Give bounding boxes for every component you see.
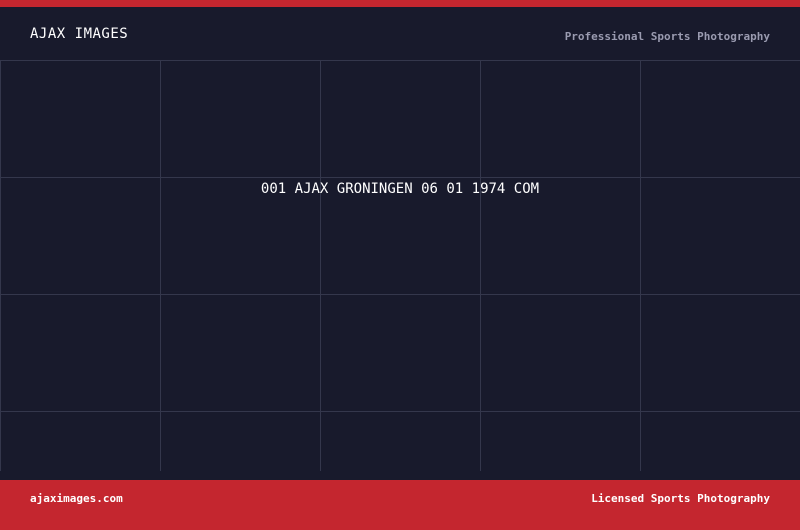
footer-license: Licensed Sports Photography [591, 492, 770, 505]
image-placeholder-grid: 001 AJAX GRONINGEN 06 01 1974 COM [0, 60, 800, 471]
footer-domain: ajaximages.com [30, 492, 123, 505]
footer: ajaximages.com Licensed Sports Photograp… [0, 480, 800, 530]
top-accent-bar [0, 0, 800, 7]
brand-name: AJAX IMAGES [30, 26, 129, 42]
grid-lines [0, 60, 800, 471]
image-title: 001 AJAX GRONINGEN 06 01 1974 COM [260, 181, 540, 197]
header-tagline: Professional Sports Photography [564, 30, 770, 43]
header: AJAX IMAGES Professional Sports Photogra… [0, 7, 800, 60]
